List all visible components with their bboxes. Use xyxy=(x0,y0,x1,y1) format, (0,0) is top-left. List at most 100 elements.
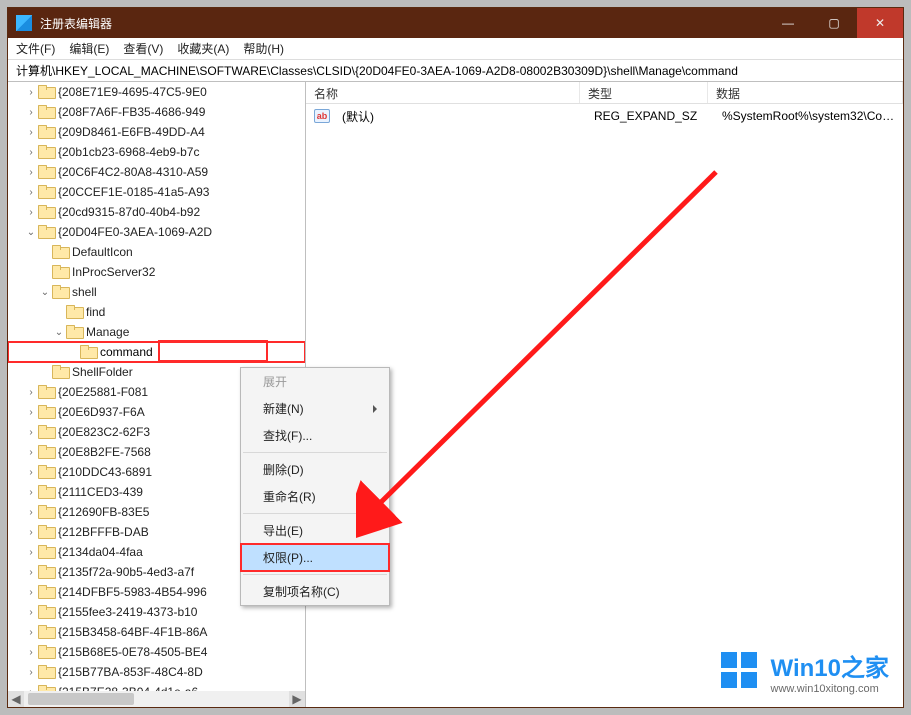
expand-collapse-icon[interactable]: › xyxy=(24,387,38,398)
tree-item[interactable]: find xyxy=(8,302,305,322)
folder-icon xyxy=(38,565,54,579)
scroll-thumb[interactable] xyxy=(28,693,134,705)
tree-item-label: shell xyxy=(72,285,97,299)
expand-collapse-icon[interactable]: › xyxy=(24,147,38,158)
tree-item[interactable]: ⌄ shell xyxy=(8,282,305,302)
col-type[interactable]: 类型 xyxy=(580,82,708,103)
expand-collapse-icon[interactable]: › xyxy=(24,607,38,618)
ctx-export[interactable]: 导出(E) xyxy=(241,517,389,544)
tree-item[interactable]: ›{20b1cb23-6968-4eb9-b7c xyxy=(8,142,305,162)
ctx-copy-key-name[interactable]: 复制项名称(C) xyxy=(241,578,389,605)
ctx-new[interactable]: 新建(N) xyxy=(241,395,389,422)
menu-file[interactable]: 文件(F) xyxy=(16,40,55,57)
folder-icon xyxy=(80,345,96,359)
ctx-sep1 xyxy=(243,452,387,453)
menu-help[interactable]: 帮助(H) xyxy=(243,40,284,57)
expand-collapse-icon[interactable]: › xyxy=(24,407,38,418)
tree-item-label: {215B3458-64BF-4F1B-86A xyxy=(58,625,207,639)
tree-item[interactable]: InProcServer32 xyxy=(8,262,305,282)
folder-icon xyxy=(52,285,68,299)
list-row[interactable]: ab (默认) REG_EXPAND_SZ %SystemRoot%\syste… xyxy=(306,106,903,126)
maximize-button[interactable]: ▢ xyxy=(811,8,857,38)
tree-item-label: {20E6D937-F6A xyxy=(58,405,145,419)
content-area: ›{208E71E9-4695-47C5-9E0›{208F7A6F-FB35-… xyxy=(8,82,903,707)
tree-item-label: Manage xyxy=(86,325,129,339)
tree-item-label: find xyxy=(86,305,105,319)
tree-item-label: {212690FB-83E5 xyxy=(58,505,149,519)
expand-collapse-icon[interactable]: ⌄ xyxy=(24,227,38,238)
tree-item-label: {215B77BA-853F-48C4-8D xyxy=(58,665,203,679)
address-bar xyxy=(8,60,903,82)
tree-item-label: {2135f72a-90b5-4ed3-a7f xyxy=(58,565,194,579)
menu-edit[interactable]: 编辑(E) xyxy=(69,40,109,57)
tree-item[interactable]: ›{20C6F4C2-80A8-4310-A59 xyxy=(8,162,305,182)
expand-collapse-icon[interactable]: › xyxy=(24,87,38,98)
expand-collapse-icon[interactable]: › xyxy=(24,647,38,658)
list-header: 名称 类型 数据 xyxy=(306,82,903,104)
tree-item[interactable]: command xyxy=(8,342,305,362)
ctx-rename[interactable]: 重命名(R) xyxy=(241,483,389,510)
tree-item[interactable]: ›{208E71E9-4695-47C5-9E0 xyxy=(8,82,305,102)
folder-icon xyxy=(38,405,54,419)
expand-collapse-icon[interactable]: › xyxy=(24,167,38,178)
col-name[interactable]: 名称 xyxy=(306,82,580,103)
horizontal-scrollbar[interactable]: ◀ ▶ xyxy=(8,691,305,707)
folder-icon xyxy=(66,325,82,339)
col-data[interactable]: 数据 xyxy=(708,82,903,103)
windows-logo-icon xyxy=(721,652,761,692)
folder-icon xyxy=(38,625,54,639)
scroll-left-button[interactable]: ◀ xyxy=(8,691,24,707)
tree-item[interactable]: ›{215B68E5-0E78-4505-BE4 xyxy=(8,642,305,662)
expand-collapse-icon[interactable]: › xyxy=(24,207,38,218)
expand-collapse-icon[interactable]: › xyxy=(24,547,38,558)
expand-collapse-icon[interactable]: › xyxy=(24,567,38,578)
minimize-button[interactable]: — xyxy=(765,8,811,38)
tree-item-label: {20E8B2FE-7568 xyxy=(58,445,151,459)
tree-item[interactable]: ›{208F7A6F-FB35-4686-949 xyxy=(8,102,305,122)
ctx-permissions[interactable]: 权限(P)... xyxy=(241,544,389,571)
tree-item-label: command xyxy=(100,345,153,359)
expand-collapse-icon[interactable]: › xyxy=(24,527,38,538)
expand-collapse-icon[interactable]: › xyxy=(24,627,38,638)
tree-item[interactable]: DefaultIcon xyxy=(8,242,305,262)
expand-collapse-icon[interactable]: › xyxy=(24,187,38,198)
tree-item-label: {2111CED3-439 xyxy=(58,485,143,499)
tree-item[interactable]: › {215B77BA-853F-48C4-8D xyxy=(8,662,305,682)
expand-collapse-icon[interactable]: › xyxy=(24,107,38,118)
folder-icon xyxy=(38,165,54,179)
expand-collapse-icon[interactable]: › xyxy=(24,467,38,478)
ctx-sep2 xyxy=(243,513,387,514)
expand-collapse-icon[interactable]: › xyxy=(24,487,38,498)
menu-favorites[interactable]: 收藏夹(A) xyxy=(177,40,229,57)
ctx-find[interactable]: 查找(F)... xyxy=(241,422,389,449)
expand-collapse-icon[interactable]: › xyxy=(24,127,38,138)
expand-collapse-icon[interactable]: › xyxy=(24,447,38,458)
address-input[interactable] xyxy=(14,62,897,78)
tree-item[interactable]: ›{20cd9315-87d0-40b4-b92 xyxy=(8,202,305,222)
expand-collapse-icon[interactable]: ⌄ xyxy=(38,287,52,298)
menu-view[interactable]: 查看(V) xyxy=(123,40,163,57)
regedit-window: 注册表编辑器 — ▢ ✕ 文件(F) 编辑(E) 查看(V) 收藏夹(A) 帮助… xyxy=(7,7,904,708)
tree-item[interactable]: ›{20CCEF1E-0185-41a5-A93 xyxy=(8,182,305,202)
tree-item[interactable]: ›{215B7E28-3B04-4d1e-a6 xyxy=(8,682,305,691)
scroll-right-button[interactable]: ▶ xyxy=(289,691,305,707)
folder-icon xyxy=(38,425,54,439)
ctx-delete[interactable]: 删除(D) xyxy=(241,456,389,483)
tree-item[interactable]: ›{209D8461-E6FB-49DD-A4 xyxy=(8,122,305,142)
tree-item-label: {210DDC43-6891 xyxy=(58,465,152,479)
tree-item[interactable]: ⌄{20D04FE0-3AEA-1069-A2D xyxy=(8,222,305,242)
ctx-expand: 展开 xyxy=(241,368,389,395)
folder-icon xyxy=(38,125,54,139)
tree-item-label: {20E823C2-62F3 xyxy=(58,425,150,439)
expand-collapse-icon[interactable]: › xyxy=(24,587,38,598)
folder-icon xyxy=(38,505,54,519)
folder-icon xyxy=(38,665,54,679)
tree-item[interactable]: ⌄ Manage xyxy=(8,322,305,342)
expand-collapse-icon[interactable]: › xyxy=(24,667,38,678)
expand-collapse-icon[interactable]: › xyxy=(24,507,38,518)
expand-collapse-icon[interactable]: › xyxy=(24,427,38,438)
expand-collapse-icon[interactable]: ⌄ xyxy=(52,327,66,338)
close-button[interactable]: ✕ xyxy=(857,8,903,38)
scroll-track[interactable] xyxy=(24,691,289,707)
tree-item[interactable]: › {215B3458-64BF-4F1B-86A xyxy=(8,622,305,642)
